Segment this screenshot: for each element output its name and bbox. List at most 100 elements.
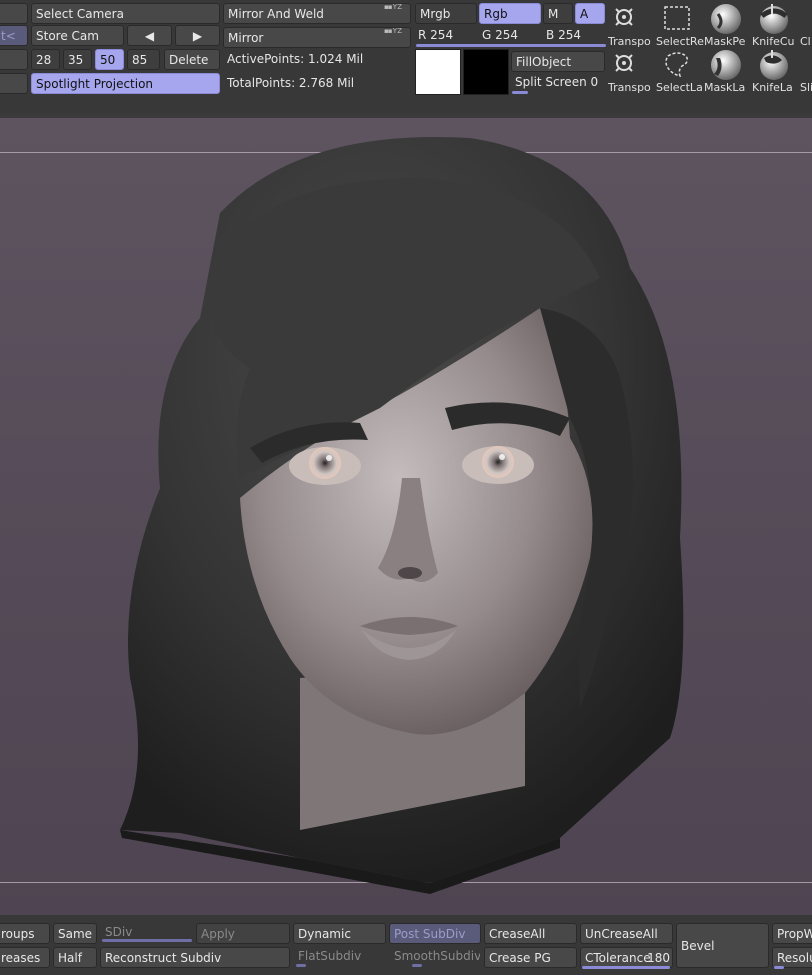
bevel-button[interactable]: Bevel xyxy=(676,923,769,968)
mirror-and-weld-button[interactable]: Mirror And Weld xyxy=(223,3,411,24)
tool-label: MaskLa xyxy=(704,81,746,94)
resolution-slider[interactable]: Resolu xyxy=(772,947,812,968)
same-button[interactable]: Same xyxy=(53,923,97,944)
tool-label: KnifeCu xyxy=(752,35,795,48)
cut-off-button-4[interactable] xyxy=(0,73,28,94)
knife-lasso-icon xyxy=(760,50,788,80)
flat-subdiv-track xyxy=(296,964,306,967)
creases-button[interactable]: reases xyxy=(0,947,50,968)
b-label: B xyxy=(546,28,555,42)
apply-button[interactable]: Apply xyxy=(196,923,290,944)
tool-label: SelectLa xyxy=(656,81,703,94)
mask-pen-icon xyxy=(711,4,741,34)
r-label: R xyxy=(418,28,427,42)
transpose-tool-1[interactable]: Transpo xyxy=(608,2,656,49)
uncrease-all-button[interactable]: UnCreaseAll xyxy=(580,923,673,944)
mirror-button[interactable]: Mirror xyxy=(223,27,411,48)
fov-35-button[interactable]: 35 xyxy=(63,49,92,70)
reconstruct-subdiv-button[interactable]: Reconstruct Subdiv xyxy=(100,947,290,968)
cut-off-label: t< xyxy=(1,29,16,43)
b-value: 254 xyxy=(558,28,581,42)
knife-lasso-tool[interactable]: KnifeLa xyxy=(752,48,800,95)
split-screen-track xyxy=(512,91,528,94)
select-rect-tool[interactable]: SelectRe xyxy=(656,2,704,49)
mrgb-button[interactable]: Mrgb xyxy=(415,3,477,24)
r-slider[interactable]: R 254 xyxy=(418,28,453,42)
b-slider[interactable]: B 254 xyxy=(546,28,581,42)
mask-lasso-tool[interactable]: MaskLa xyxy=(704,48,752,95)
select-rect-icon xyxy=(664,6,690,30)
mask-lasso-icon xyxy=(711,50,741,80)
cut-off-button-3[interactable] xyxy=(0,49,28,70)
cut-off-button-1[interactable] xyxy=(0,3,28,24)
smooth-subdiv-track xyxy=(412,964,422,967)
total-points-readout: TotalPoints: 2.768 Mil xyxy=(227,76,355,90)
post-subdiv-button[interactable]: Post SubDiv xyxy=(389,923,481,944)
mask-pen-tool[interactable]: MaskPe xyxy=(704,2,752,49)
g-slider[interactable]: G 254 xyxy=(482,28,518,42)
groups-button[interactable]: roups xyxy=(0,923,50,944)
g-value: 254 xyxy=(495,28,519,42)
tool-label: KnifeLa xyxy=(752,81,793,94)
ctolerance-label: CTolerance xyxy=(585,951,651,965)
arrow-left-icon: ◀ xyxy=(144,29,155,43)
transpose-gizmo-icon xyxy=(615,54,633,72)
transpose-tool-2[interactable]: Transpo xyxy=(608,48,656,95)
select-lasso-tool[interactable]: SelectLa xyxy=(656,48,704,95)
slice-tool[interactable]: Sli xyxy=(800,48,812,95)
fov-50-button[interactable]: 50 xyxy=(95,49,124,70)
select-camera-button[interactable]: Select Camera xyxy=(31,3,220,24)
active-points-readout: ActivePoints: 1.024 Mil xyxy=(227,52,364,66)
mirror-and-weld-label: Mirror And Weld xyxy=(228,7,324,21)
g-label: G xyxy=(482,28,492,42)
mirror-label: Mirror xyxy=(228,31,264,45)
ctolerance-value: 180 xyxy=(647,951,670,965)
fill-object-button[interactable]: FillObject xyxy=(511,51,605,72)
document-canvas[interactable] xyxy=(0,118,812,915)
sdiv-track xyxy=(102,939,192,942)
flat-subdiv-slider[interactable]: FlatSubdiv xyxy=(293,945,386,966)
top-palette: t< Select Camera Store Cam ◀ ▶ 28 35 50 … xyxy=(0,0,812,113)
split-screen-label: Split Screen xyxy=(515,75,587,89)
sculpted-head-model xyxy=(120,136,684,894)
axis-pin-icon: ▪▪ Y Z xyxy=(384,3,402,11)
spotlight-projection-button[interactable]: Spotlight Projection xyxy=(31,73,220,94)
tool-label: MaskPe xyxy=(704,35,746,48)
clip-tool[interactable]: Cl xyxy=(800,2,812,49)
ctolerance-track xyxy=(582,966,670,969)
crease-pg-button[interactable]: Crease PG xyxy=(484,947,577,968)
crease-all-button[interactable]: CreaseAll xyxy=(484,923,577,944)
fov-85-button[interactable]: 85 xyxy=(127,49,160,70)
split-screen-value: 0 xyxy=(590,75,599,89)
rgb-button[interactable]: Rgb xyxy=(479,3,541,24)
delete-camera-button[interactable]: Delete xyxy=(164,49,220,70)
dynamic-button[interactable]: Dynamic xyxy=(293,923,386,944)
a-button[interactable]: A xyxy=(575,3,605,24)
prev-camera-button[interactable]: ◀ xyxy=(127,25,172,46)
r-value: 254 xyxy=(430,28,454,42)
primary-color-swatch[interactable] xyxy=(415,49,461,95)
knife-curve-icon xyxy=(760,4,788,34)
tool-label: Transpo xyxy=(608,35,651,48)
ctolerance-slider[interactable]: CTolerance 180 xyxy=(580,947,673,968)
split-screen-slider[interactable]: Split Screen 0 xyxy=(515,75,598,89)
select-lasso-icon xyxy=(665,52,689,78)
m-button[interactable]: M xyxy=(543,3,573,24)
cut-off-button-2[interactable]: t< xyxy=(0,25,28,46)
store-cam-button[interactable]: Store Cam xyxy=(31,25,124,46)
secondary-color-swatch[interactable] xyxy=(463,49,509,95)
transpose-gizmo-icon xyxy=(615,8,633,26)
fov-28-button[interactable]: 28 xyxy=(31,49,60,70)
bottom-palette: roups Same SDiv Apply Dynamic Post SubDi… xyxy=(0,915,812,975)
axis-pin-icon: ▪▪ Y Z xyxy=(384,27,402,35)
next-camera-button[interactable]: ▶ xyxy=(175,25,220,46)
half-button[interactable]: Half xyxy=(53,947,97,968)
tool-label: Sli xyxy=(800,81,812,94)
propw-slider[interactable]: PropW xyxy=(772,923,812,944)
tool-label: Transpo xyxy=(608,81,651,94)
bevel-label: Bevel xyxy=(681,939,715,953)
knife-curve-tool[interactable]: KnifeCu xyxy=(752,2,800,49)
arrow-right-icon: ▶ xyxy=(192,29,203,43)
resolution-track xyxy=(774,966,784,969)
smooth-subdiv-slider[interactable]: SmoothSubdiv xyxy=(389,945,481,966)
